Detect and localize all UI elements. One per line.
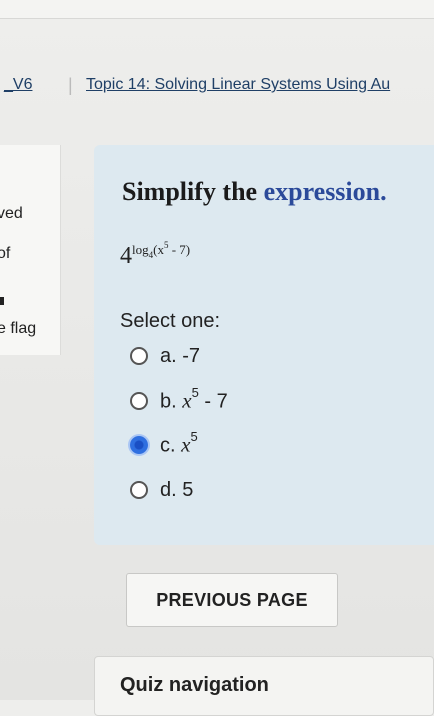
top-bar (0, 0, 434, 19)
option-d[interactable]: d. 5 (130, 475, 193, 505)
expression-base: 4 (120, 243, 132, 269)
option-b-suffix: - 7 (198, 390, 228, 413)
radio-unselected-icon[interactable] (130, 347, 148, 365)
option-a-text: a. -7 (160, 344, 201, 367)
expression-log: log (132, 242, 149, 257)
question-panel: Simplify the expression. 4log4(x5 - 7) S… (94, 145, 434, 545)
quiz-navigation-block: Quiz navigation (94, 656, 434, 716)
expression-arg-power: 5 (163, 240, 169, 250)
expression-arg-open: (x (153, 242, 164, 257)
option-b-power: 5 (191, 385, 199, 401)
option-a-label: a. -7 (160, 345, 200, 368)
option-c-label: c. x5 (160, 429, 198, 458)
breadcrumb-topic-link[interactable]: Topic 14: Solving Linear Systems Using A… (86, 76, 390, 94)
option-b[interactable]: b. x5 - 7 (130, 385, 228, 416)
expression-arg-rest: - 7) (168, 242, 191, 257)
expression-exponent: log4(x5 - 7) (132, 240, 191, 260)
breadcrumb: _V6 | Topic 14: Solving Linear Systems U… (0, 76, 434, 106)
question-title-accent: expression. (263, 177, 387, 206)
option-a[interactable]: a. -7 (130, 341, 200, 371)
select-one-label: Select one: (120, 310, 221, 332)
option-d-text: d. 5 (160, 478, 194, 501)
question-title: Simplify the expression. (122, 177, 387, 207)
radio-selected-icon[interactable] (130, 436, 148, 454)
flag-question-link[interactable]: e flag (0, 320, 36, 338)
question-status-text: ved (0, 205, 23, 222)
option-c-prefix: c. (160, 434, 182, 457)
option-b-variable: x (182, 388, 192, 413)
radio-unselected-icon[interactable] (130, 481, 148, 499)
question-points-text: of (0, 245, 11, 262)
quiz-navigation-title: Quiz navigation (120, 674, 269, 696)
option-c-power: 5 (190, 429, 198, 445)
info-bullet (0, 297, 4, 305)
question-info-panel: ved of e flag (0, 145, 61, 355)
radio-unselected-icon[interactable] (130, 392, 148, 410)
question-title-plain: Simplify the (122, 177, 258, 206)
previous-page-button[interactable]: PREVIOUS PAGE (126, 573, 338, 627)
breadcrumb-course-link[interactable]: _V6 (4, 76, 32, 94)
option-d-label: d. 5 (160, 479, 193, 502)
expression-log-base: 4 (148, 250, 154, 260)
breadcrumb-separator: | (68, 76, 73, 95)
option-b-label: b. x5 - 7 (160, 385, 228, 414)
option-b-prefix: b. (160, 390, 183, 413)
math-expression: 4log4(x5 - 7) (120, 240, 191, 270)
option-c[interactable]: c. x5 (130, 429, 198, 460)
